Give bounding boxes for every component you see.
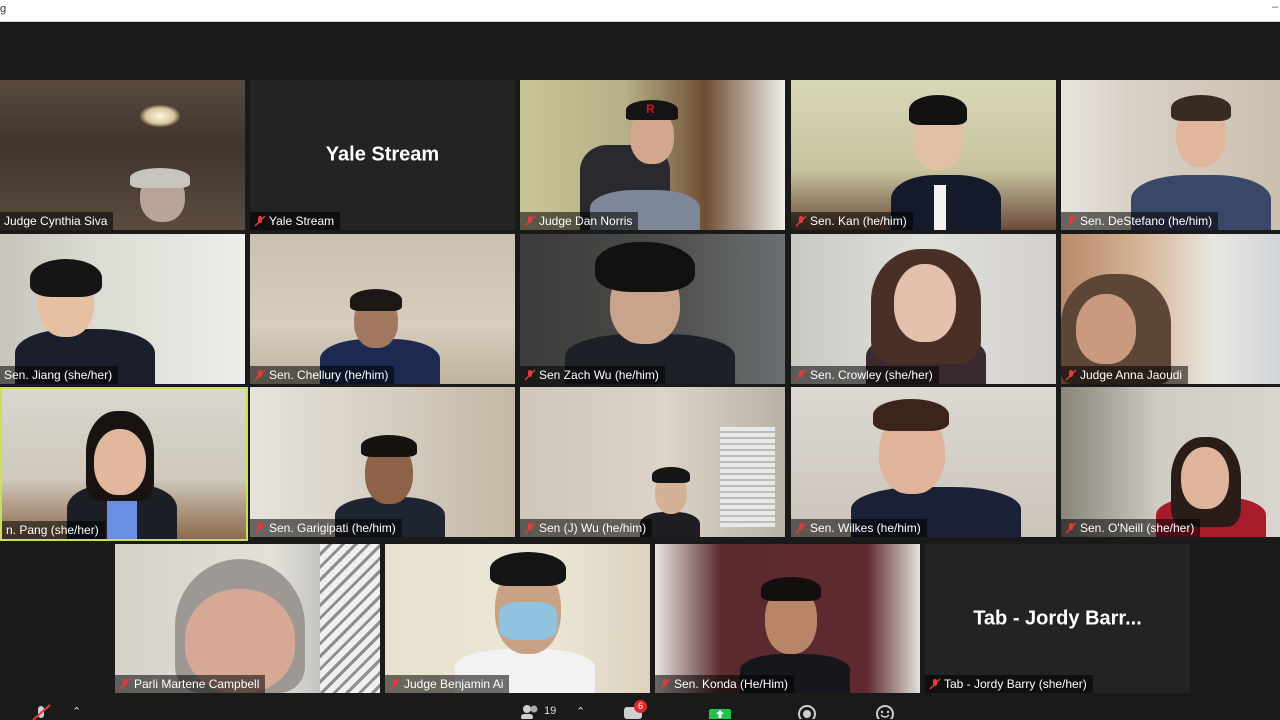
participant-nameplate: Sen. Konda (He/Him) (655, 675, 795, 693)
mic-muted-icon (929, 678, 941, 690)
participant-nameplate: Judge Dan Norris (520, 212, 639, 230)
reactions-button[interactable] (874, 702, 896, 720)
participant-name: Sen. Chellury (he/him) (269, 368, 389, 382)
video-tile-jiang[interactable]: Sen. Jiang (she/her) (0, 234, 245, 384)
mic-muted-icon (389, 678, 401, 690)
video-tile-wilkes[interactable]: Sen. Wilkes (he/him) (791, 387, 1056, 537)
mic-muted-icon (795, 369, 807, 381)
video-tile-j-wu[interactable]: Sen (J) Wu (he/him) (520, 387, 785, 537)
mic-muted-icon (659, 678, 671, 690)
mic-muted-icon (119, 678, 131, 690)
participant-name: Sen. Jiang (she/her) (4, 368, 113, 382)
participant-name: Sen. Garigipati (he/him) (269, 521, 396, 535)
participant-name: Sen. DeStefano (he/him) (1080, 214, 1213, 228)
video-tile-oneill[interactable]: Sen. O'Neill (she/her) (1061, 387, 1280, 537)
participants-options-button[interactable]: ⌃ (576, 702, 585, 720)
participant-title: Tab - Jordy Barr... (973, 607, 1142, 629)
participant-name: Sen. Wilkes (he/him) (810, 521, 921, 535)
mic-muted-icon (524, 369, 536, 381)
participant-nameplate: Sen. Wilkes (he/him) (791, 519, 927, 537)
mic-off-icon (32, 704, 51, 720)
mic-muted-icon (795, 215, 807, 227)
share-screen-button[interactable] (708, 702, 732, 720)
record-icon (798, 705, 816, 719)
corner-text: g (0, 3, 7, 15)
participant-nameplate: Sen Zach Wu (he/him) (520, 366, 665, 384)
mic-muted-icon (1065, 215, 1077, 227)
minimize-icon[interactable]: – (1272, 1, 1278, 13)
audio-options-button[interactable]: ⌃ (72, 702, 81, 720)
chevron-up-icon: ⌃ (576, 705, 586, 718)
participants-count: 19 (544, 705, 557, 717)
participant-title: Yale Stream (325, 143, 440, 166)
chat-unread-badge: 6 (634, 700, 648, 713)
participant-name: Yale Stream (269, 214, 335, 228)
chevron-up-icon: ⌃ (72, 705, 82, 718)
participant-name: Judge Benjamin Ai (404, 677, 504, 691)
mic-muted-icon (1065, 369, 1077, 381)
participant-name: Sen. Kan (he/him) (810, 214, 907, 228)
participant-nameplate: Judge Benjamin Ai (385, 675, 510, 693)
participant-nameplate: Sen. Crowley (she/her) (791, 366, 939, 384)
participant-nameplate: n. Pang (she/her) (2, 521, 105, 539)
emoji-icon (876, 705, 894, 719)
participant-nameplate: Parli Martene Campbell (115, 675, 266, 693)
participant-nameplate: Sen. Garigipati (he/him) (250, 519, 402, 537)
video-tile-crowley[interactable]: Sen. Crowley (she/her) (791, 234, 1056, 384)
video-tile-tab-jordy-barry[interactable]: Tab - Jordy Barr... Tab - Jordy Barry (s… (925, 544, 1190, 693)
participant-name: Parli Martene Campbell (134, 677, 260, 691)
participant-nameplate: Sen (J) Wu (he/him) (520, 519, 653, 537)
browser-top-strip: g – (0, 0, 1280, 22)
participant-name: Sen (J) Wu (he/him) (539, 521, 647, 535)
participant-nameplate: Sen. Jiang (she/her) (0, 366, 119, 384)
share-screen-icon (709, 709, 731, 719)
mic-muted-icon (524, 522, 536, 534)
participant-name: Judge Cynthia Siva (4, 214, 108, 228)
mic-muted-icon (1065, 522, 1077, 534)
video-tile-pang-active-speaker[interactable]: n. Pang (she/her) (0, 387, 248, 541)
participant-name: n. Pang (she/her) (6, 523, 99, 537)
video-tile-konda[interactable]: Sen. Konda (He/Him) (655, 544, 920, 693)
video-tile-cynthia-siva[interactable]: Judge Cynthia Siva (0, 80, 245, 230)
participant-nameplate: Yale Stream (250, 212, 341, 230)
record-button[interactable] (796, 702, 818, 720)
mute-button[interactable] (30, 702, 52, 720)
video-tile-martene-campbell[interactable]: Parli Martene Campbell (115, 544, 380, 693)
video-tile-kan[interactable]: Sen. Kan (he/him) (791, 80, 1056, 230)
mic-muted-icon (254, 215, 266, 227)
video-tile-benjamin-ai[interactable]: Judge Benjamin Ai (385, 544, 650, 693)
video-tile-destefano[interactable]: Sen. DeStefano (he/him) (1061, 80, 1280, 230)
participants-icon (521, 705, 538, 719)
participant-nameplate: Tab - Jordy Barry (she/her) (925, 675, 1093, 693)
participant-nameplate: Judge Cynthia Siva (0, 212, 114, 230)
mic-muted-icon (524, 215, 536, 227)
chat-button[interactable]: 6 (622, 700, 648, 720)
participants-button[interactable]: 19 (520, 702, 556, 720)
participant-name: Judge Anna Jaoudi (1080, 368, 1183, 382)
participant-nameplate: Sen. O'Neill (she/her) (1061, 519, 1201, 537)
mic-muted-icon (795, 522, 807, 534)
participant-name: Judge Dan Norris (539, 214, 633, 228)
video-tile-anna-jaoudi[interactable]: Judge Anna Jaoudi (1061, 234, 1280, 384)
participant-name: Sen Zach Wu (he/him) (539, 368, 659, 382)
participant-name: Sen. Konda (He/Him) (674, 677, 789, 691)
video-tile-garigipati[interactable]: Sen. Garigipati (he/him) (250, 387, 515, 537)
video-tile-dan-norris[interactable]: R Judge Dan Norris (520, 80, 785, 230)
participant-nameplate: Judge Anna Jaoudi (1061, 366, 1189, 384)
video-tile-yale-stream[interactable]: Yale Stream Yale Stream (250, 80, 515, 230)
mic-muted-icon (254, 369, 266, 381)
participant-name: Sen. Crowley (she/her) (810, 368, 933, 382)
video-tile-zach-wu[interactable]: Sen Zach Wu (he/him) (520, 234, 785, 384)
video-tile-chellury[interactable]: Sen. Chellury (he/him) (250, 234, 515, 384)
participant-name: Sen. O'Neill (she/her) (1080, 521, 1195, 535)
participant-name: Tab - Jordy Barry (she/her) (944, 677, 1087, 691)
meeting-toolbar: ⌃ 19 ⌃ 6 (0, 700, 1280, 720)
participant-nameplate: Sen. Kan (he/him) (791, 212, 913, 230)
participant-nameplate: Sen. DeStefano (he/him) (1061, 212, 1219, 230)
participant-nameplate: Sen. Chellury (he/him) (250, 366, 395, 384)
mic-muted-icon (254, 522, 266, 534)
